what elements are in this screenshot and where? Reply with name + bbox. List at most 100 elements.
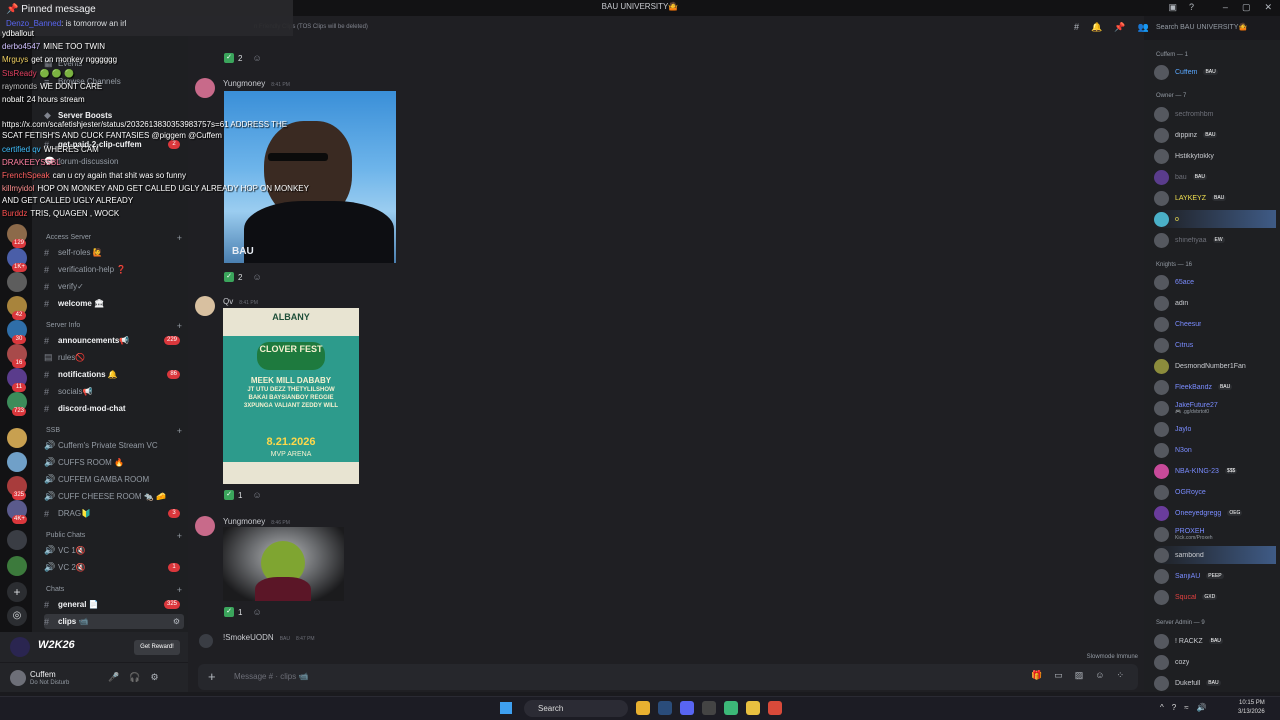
members-icon[interactable]: 👥	[1137, 22, 1148, 33]
server-icon[interactable]	[7, 272, 27, 292]
voice-private-stream[interactable]: 🔊 Cuffem's Private Stream VC	[44, 438, 184, 453]
reaction[interactable]: ✓ 2 ☺	[224, 272, 262, 282]
member-item[interactable]: shinefiyaa EW	[1154, 231, 1276, 249]
channel-announcements[interactable]: # announcements📢 229	[44, 333, 184, 348]
member-item[interactable]: PROXEH Kick.com/Proxeh	[1154, 525, 1276, 543]
help-icon[interactable]: ?	[1172, 703, 1176, 712]
member-item[interactable]: Dukefull BAU	[1154, 674, 1276, 692]
member-item[interactable]: bau BAU	[1154, 168, 1276, 186]
poster-attachment[interactable]: ALBANY CLOVER FEST MEEK MILL DABABY JT U…	[223, 308, 359, 484]
voice-vc1[interactable]: 🔊 VC 1🔇	[44, 543, 184, 558]
server-icon[interactable]	[7, 428, 27, 448]
add-channel-icon[interactable]: +	[177, 426, 182, 436]
member-item[interactable]: sambond	[1154, 546, 1276, 564]
member-item[interactable]: N3on	[1154, 441, 1276, 459]
steam-icon[interactable]	[658, 701, 672, 715]
channel-rules[interactable]: ▤ rules🚫	[44, 350, 184, 365]
chevron-up-icon[interactable]: ^	[1160, 703, 1164, 712]
add-reaction-icon[interactable]: ☺	[252, 53, 261, 63]
member-item[interactable]: DesmondNumber1Fan	[1154, 357, 1276, 375]
member-item[interactable]: Cuffem BAU	[1154, 63, 1276, 81]
emoji-icon[interactable]: ☺	[1095, 670, 1104, 681]
search-input[interactable]: Search BAU UNIVERSITY🤷	[1152, 20, 1274, 36]
server-icon[interactable]	[7, 556, 27, 576]
channel-general[interactable]: # general 📄 325	[44, 597, 184, 612]
channel-verify[interactable]: # verify✓	[44, 279, 184, 294]
minimize-icon[interactable]: –	[1223, 2, 1228, 13]
category-server-info[interactable]: Server Info +	[46, 321, 186, 331]
threads-icon[interactable]: #	[1074, 22, 1079, 33]
maximize-icon[interactable]: ▢	[1242, 2, 1251, 13]
member-item[interactable]: Cheesur	[1154, 315, 1276, 333]
reaction[interactable]: ✓ 1 ☺	[224, 607, 262, 617]
wifi-icon[interactable]: ≈	[1184, 703, 1188, 712]
add-reaction-icon[interactable]: ☺	[252, 607, 261, 617]
image-attachment[interactable]: BAU	[224, 91, 396, 263]
member-item[interactable]: OGRoyce	[1154, 483, 1276, 501]
windows-start-icon[interactable]	[500, 702, 512, 714]
add-channel-icon[interactable]: +	[177, 321, 182, 331]
gif-icon[interactable]: ▭	[1054, 670, 1063, 681]
chrome-icon[interactable]	[636, 701, 650, 715]
channel-self-roles[interactable]: # self-roles 🙋	[44, 245, 184, 260]
category-ssb[interactable]: SSB +	[46, 426, 186, 436]
server-icon[interactable]	[7, 452, 27, 472]
voice-vc2[interactable]: 🔊 VC 2🔇 1	[44, 560, 184, 575]
member-item[interactable]: cozy	[1154, 653, 1276, 671]
member-item[interactable]: SanjiAU PEEP	[1154, 567, 1276, 585]
add-reaction-icon[interactable]: ☺	[252, 272, 261, 282]
inbox-icon[interactable]: ▣	[1168, 2, 1177, 13]
settings-icon[interactable]: ⚙	[173, 617, 180, 626]
member-item[interactable]: Hstikkytokky	[1154, 147, 1276, 165]
channel-welcome[interactable]: # welcome 🏛	[44, 296, 184, 311]
server-icon[interactable]	[7, 530, 27, 550]
voice-cheese-room[interactable]: 🔊 CUFF CHEESE ROOM 🐀 🧀	[44, 489, 184, 504]
sticker-icon[interactable]: ▨	[1075, 670, 1084, 681]
pin-icon[interactable]: 📌	[1114, 22, 1125, 33]
volume-icon[interactable]: 🔊	[1197, 703, 1207, 712]
taskbar-search[interactable]: Search	[524, 700, 628, 717]
member-item[interactable]: FleekBandz BAU	[1154, 378, 1276, 396]
add-server-icon[interactable]: +	[7, 582, 27, 602]
voice-cuffs-room[interactable]: 🔊 CUFFS ROOM 🔥	[44, 455, 184, 470]
message-input[interactable]: + Message # · clips 📹 🎁 ▭ ▨ ☺ ⁘	[198, 664, 1138, 690]
channel-verification-help[interactable]: # verification-help ❓	[44, 262, 184, 277]
member-item[interactable]: LAYKEYZ BAU	[1154, 189, 1276, 207]
member-item[interactable]: secfromhbm	[1154, 105, 1276, 123]
microphone-icon[interactable]: 🎤	[108, 672, 119, 683]
channel-discord-mod-chat[interactable]: # discord-mod-chat	[44, 401, 184, 416]
voice-gamba-room[interactable]: 🔊 CUFFEM GAMBA ROOM	[44, 472, 184, 487]
add-channel-icon[interactable]: +	[177, 233, 182, 243]
chrome-icon[interactable]	[768, 701, 782, 715]
reaction[interactable]: ✓ 1 ☺	[224, 490, 262, 500]
add-channel-icon[interactable]: +	[177, 585, 182, 595]
app-icon[interactable]	[724, 701, 738, 715]
pinned-message[interactable]: 📌 Pinned message Denzo_Banned: is tomorr…	[0, 0, 293, 36]
discord-icon[interactable]	[680, 701, 694, 715]
apps-icon[interactable]: ⁘	[1116, 670, 1124, 681]
category-access-server[interactable]: Access Server +	[46, 233, 186, 243]
settings-icon[interactable]: ⚙	[150, 672, 158, 683]
member-item[interactable]: o	[1154, 210, 1276, 228]
member-item[interactable]: 65ace	[1154, 273, 1276, 291]
add-reaction-icon[interactable]: ☺	[252, 490, 261, 500]
member-item[interactable]: Oneeyedgregg OEG	[1154, 504, 1276, 522]
gif-attachment[interactable]	[223, 527, 344, 601]
close-icon[interactable]: ✕	[1264, 2, 1272, 13]
get-reward-button[interactable]: Get Reward!	[134, 640, 180, 655]
channel-drag[interactable]: # DRAG🔰 3	[44, 506, 184, 521]
channel-forum-discussion[interactable]: 💬 forum-discussion	[44, 154, 184, 169]
discover-icon[interactable]: ◎	[7, 606, 27, 626]
server-icon[interactable]	[10, 637, 30, 657]
member-item[interactable]: JakeFuture27 🎮 .gg/dvbrtot0	[1154, 399, 1276, 417]
folder-icon[interactable]	[746, 701, 760, 715]
avatar[interactable]	[195, 516, 215, 536]
bell-icon[interactable]: 🔔	[1091, 22, 1102, 33]
avatar[interactable]	[199, 634, 213, 648]
member-item[interactable]: Citrus	[1154, 336, 1276, 354]
gift-icon[interactable]: 🎁	[1031, 670, 1042, 681]
help-icon[interactable]: ?	[1189, 2, 1194, 13]
member-item[interactable]: adin	[1154, 294, 1276, 312]
member-item[interactable]: Squcal GXD	[1154, 588, 1276, 606]
app-icon[interactable]	[702, 701, 716, 715]
